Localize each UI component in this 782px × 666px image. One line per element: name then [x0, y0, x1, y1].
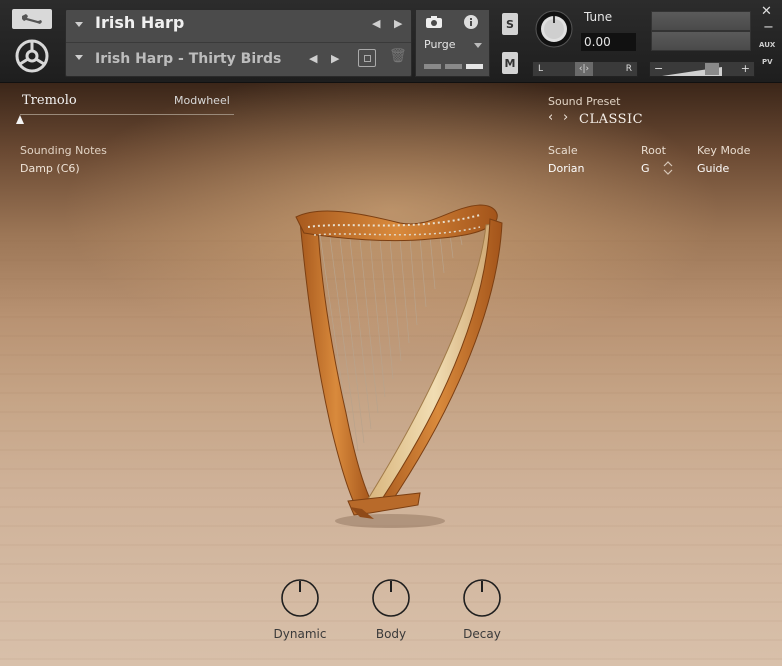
instrument-name-row: Irish Harp ◀ ▶ — [66, 10, 411, 43]
close-button[interactable]: ✕ — [761, 4, 772, 19]
volume-handle[interactable] — [705, 63, 719, 75]
instrument-header: Irish Harp ◀ ▶ Irish Harp - Thirty Birds… — [0, 0, 782, 83]
chevron-right-icon[interactable]: ▶ — [394, 17, 402, 30]
instrument-options-button[interactable] — [12, 9, 52, 29]
volume-plus[interactable]: + — [741, 62, 750, 76]
kontakt-logo-icon — [15, 39, 49, 73]
dynamic-knob-label: Dynamic — [273, 627, 327, 641]
decay-knob[interactable] — [462, 578, 502, 618]
camera-icon — [426, 16, 442, 28]
snapshot-button[interactable] — [416, 10, 452, 34]
info-button[interactable] — [453, 10, 489, 34]
pv-button[interactable]: PV — [762, 58, 773, 66]
info-icon — [464, 15, 478, 29]
level-meter-left — [651, 11, 751, 31]
irish-harp-image — [295, 204, 503, 528]
volume-slider[interactable]: − + — [649, 61, 755, 77]
root-value[interactable]: G — [641, 162, 650, 175]
dropdown-arrow-icon[interactable] — [474, 43, 482, 48]
memory-indicator — [466, 64, 483, 69]
body-knob-label: Body — [375, 627, 407, 641]
kontakt-instrument-window: Irish Harp ◀ ▶ Irish Harp - Thirty Birds… — [0, 0, 782, 666]
solo-button[interactable]: S — [502, 13, 518, 35]
pan-right-label: R — [625, 64, 632, 74]
scale-value[interactable]: Dorian — [548, 162, 585, 175]
memory-indicator — [424, 64, 441, 69]
scale-label: Scale — [548, 144, 578, 157]
trash-icon[interactable]: 🗑 — [389, 48, 407, 64]
preset-name[interactable]: Irish Harp - Thirty Birds — [95, 51, 281, 67]
pan-handle[interactable]: ‹|› — [575, 62, 593, 76]
dropdown-arrow-icon[interactable] — [75, 55, 83, 60]
chevron-left-icon[interactable]: ◀ — [372, 17, 380, 30]
mute-button[interactable]: M — [502, 52, 518, 74]
sounding-notes-value[interactable]: Damp (C6) — [20, 162, 80, 175]
tremolo-slider-handle[interactable] — [16, 115, 24, 124]
pan-slider[interactable]: L ‹|› R — [532, 61, 638, 77]
tune-value[interactable]: 0.00 — [581, 33, 636, 51]
sounding-notes-label: Sounding Notes — [20, 144, 107, 157]
sound-preset-value[interactable]: CLASSIC — [579, 112, 643, 127]
decay-knob-label: Decay — [463, 627, 501, 641]
chevron-right-icon[interactable]: › — [563, 110, 568, 125]
tremolo-label: Tremolo — [22, 93, 77, 108]
tremolo-slider[interactable] — [20, 114, 234, 115]
instrument-name-panel: Irish Harp ◀ ▶ Irish Harp - Thirty Birds… — [65, 9, 412, 77]
tune-knob[interactable] — [535, 10, 573, 48]
memory-indicator — [445, 64, 462, 69]
chevron-left-icon[interactable]: ◀ — [309, 52, 317, 65]
wrench-icon — [22, 14, 42, 24]
purge-dropdown[interactable]: Purge — [424, 38, 456, 51]
key-mode-value[interactable]: Guide — [697, 162, 729, 175]
snapshot-purge-panel: Purge — [415, 9, 490, 77]
instrument-main-panel: Tremolo Modwheel Sounding Notes Damp (C6… — [0, 83, 782, 666]
minimize-button[interactable]: − — [763, 20, 774, 35]
level-meter-right — [651, 31, 751, 51]
pan-left-label: L — [538, 64, 544, 74]
instrument-name[interactable]: Irish Harp — [95, 13, 184, 32]
aux-button[interactable]: AUX — [759, 41, 775, 49]
body-knob[interactable] — [371, 578, 411, 618]
save-icon[interactable] — [358, 49, 376, 67]
root-stepper-icon[interactable] — [662, 159, 674, 177]
preset-name-row: Irish Harp - Thirty Birds ◀ ▶ 🗑 — [66, 43, 411, 75]
chevron-right-icon[interactable]: ▶ — [331, 52, 339, 65]
root-label: Root — [641, 144, 666, 157]
chevron-left-icon[interactable]: ‹ — [548, 110, 553, 125]
dropdown-arrow-icon[interactable] — [75, 22, 83, 27]
key-mode-label: Key Mode — [697, 144, 751, 157]
dynamic-knob[interactable] — [280, 578, 320, 618]
modwheel-label[interactable]: Modwheel — [174, 94, 230, 107]
tune-label: Tune — [584, 10, 613, 24]
sound-preset-label: Sound Preset — [548, 95, 621, 108]
